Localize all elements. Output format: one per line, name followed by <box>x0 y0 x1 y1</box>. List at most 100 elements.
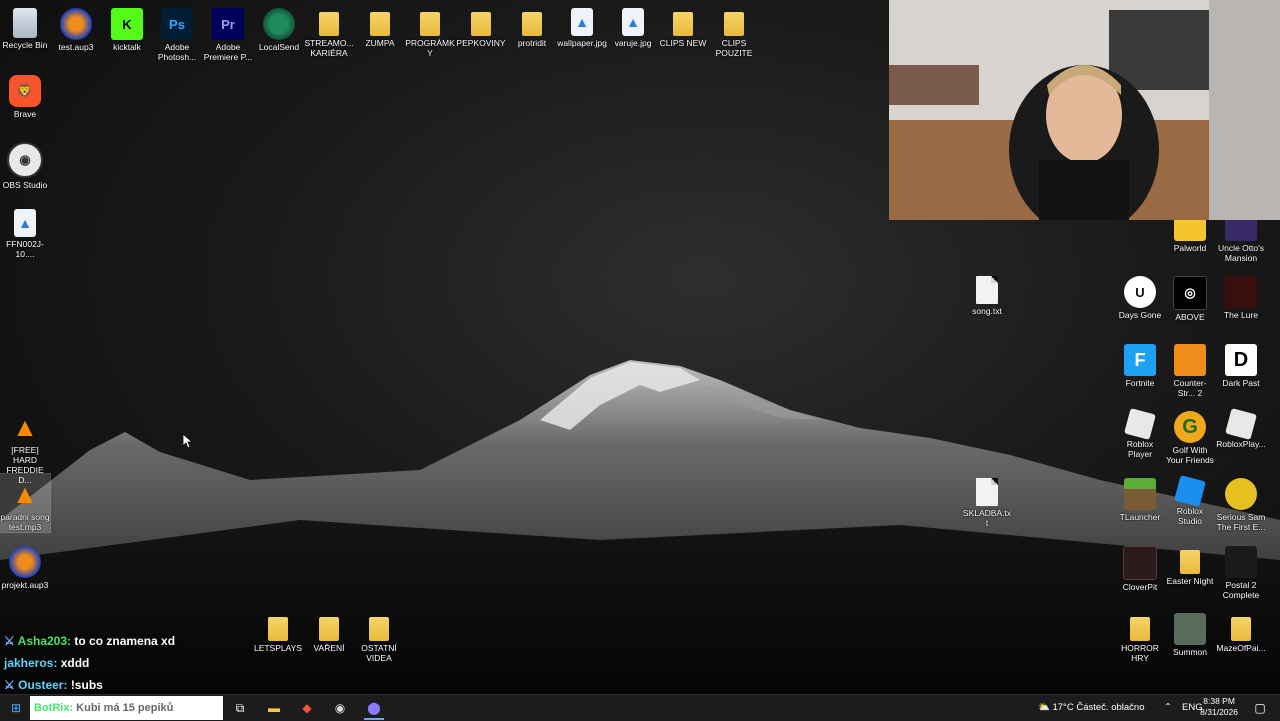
test-aup3-file[interactable]: test.aup3 <box>51 4 101 52</box>
folder-icon <box>522 12 542 36</box>
icon-label: VAŘENÍ <box>313 643 345 653</box>
icon-label: Adobe Photosh... <box>157 42 197 62</box>
vlc-icon: ▲ <box>12 478 38 509</box>
folder-vareni[interactable]: VAŘENÍ <box>304 609 354 653</box>
localsend-icon <box>263 8 295 40</box>
roblox-player-shortcut[interactable]: Roblox Player <box>1115 407 1165 459</box>
icon-label: song.txt <box>972 306 1002 316</box>
song-txt-file[interactable]: song.txt <box>962 272 1012 316</box>
obs-shortcut[interactable]: ◉ OBS Studio <box>0 138 50 190</box>
tlauncher-shortcut[interactable]: TLauncher <box>1115 474 1165 522</box>
folder-ostatni-videa[interactable]: OSTATNÍ VIDEA <box>354 609 404 663</box>
icon-label: paradni song test.mp3 <box>0 512 50 532</box>
above-shortcut[interactable]: ◎ ABOVE <box>1165 272 1215 322</box>
summon-shortcut[interactable]: Summon <box>1165 609 1215 657</box>
weather-temp: 17°C <box>1052 702 1074 713</box>
icon-label: OBS Studio <box>2 180 48 190</box>
qbittorrent-taskbar-icon[interactable]: ⬤ <box>364 698 384 720</box>
folder-protridit[interactable]: protridit <box>507 4 557 48</box>
roblox-studio-shortcut[interactable]: Roblox Studio <box>1165 474 1215 526</box>
counter-strike-shortcut[interactable]: Counter-Str... 2 <box>1165 340 1215 398</box>
paradni-song-file[interactable]: ▲ paradni song test.mp3 <box>0 473 51 533</box>
start-button[interactable]: ⊞ <box>6 698 26 718</box>
recycle-bin-icon <box>13 8 37 38</box>
clock[interactable]: 8:38 PM 8/31/2026 <box>1200 696 1238 718</box>
serious-sam-shortcut[interactable]: Serious Sam The First E... <box>1216 474 1266 532</box>
icon-label: Easter Night <box>1166 576 1214 586</box>
icon-label: Counter-Str... 2 <box>1173 378 1207 398</box>
ffn002j-file[interactable]: ▲ FFN002J-10.... <box>0 205 50 259</box>
premiere-shortcut[interactable]: Pr Adobe Premiere P... <box>203 4 253 62</box>
folder-streamo-kariera[interactable]: STREAMO... KARIÉRA <box>304 4 354 58</box>
serious-sam-icon <box>1225 478 1257 510</box>
roblox-studio-icon <box>1174 475 1206 507</box>
taskbar-search-box[interactable]: BotRix: Kubi má 15 pepiků <box>30 696 223 720</box>
chat-text: to co znamena xd <box>74 634 176 648</box>
folder-easter-night[interactable]: Easter Night <box>1165 542 1215 586</box>
icon-label: Roblox Player <box>1126 439 1154 459</box>
file-explorer-icon[interactable]: ▬ <box>264 698 284 718</box>
folder-letsplays[interactable]: LETSPLAYS <box>253 609 303 653</box>
icon-label: CLIPS NEW <box>659 38 707 48</box>
kicktalk-shortcut[interactable]: K kicktalk <box>102 4 152 52</box>
cloverpit-shortcut[interactable]: CloverPit <box>1115 542 1165 592</box>
folder-icon <box>319 12 339 36</box>
weather-icon: ⛅ <box>1038 702 1050 713</box>
robloxplayer-shortcut[interactable]: RobloxPlay... <box>1216 407 1266 449</box>
postal-2-shortcut[interactable]: Postal 2 Complete <box>1216 542 1266 600</box>
weather-widget[interactable]: ⛅ 17°C Částeč. oblačno <box>1038 695 1144 721</box>
kick-icon: K <box>111 8 143 40</box>
dark-past-shortcut[interactable]: D Dark Past <box>1216 340 1266 388</box>
wallpaper-jpg-file[interactable]: ▲ wallpaper.jpg <box>557 4 607 48</box>
icon-label: Days Gone <box>1118 310 1162 320</box>
taskbar: ⊞ BotRix: Kubi má 15 pepiků ⧉ ▬ ◆ ◉ ⬤ ⛅ … <box>0 694 1280 721</box>
icon-label: Roblox Studio <box>1176 506 1204 526</box>
game-icon <box>1225 276 1257 308</box>
above-icon: ◎ <box>1173 276 1207 310</box>
roblox-icon <box>1124 408 1156 440</box>
folder-zumpa[interactable]: ZUMPA <box>355 4 405 48</box>
webcam-overlay <box>889 0 1280 220</box>
folder-clips-new[interactable]: CLIPS NEW <box>658 4 708 48</box>
text-file-icon <box>976 478 998 506</box>
fortnite-shortcut[interactable]: F Fortnite <box>1115 340 1165 388</box>
icon-label: ZUMPA <box>365 38 395 48</box>
chat-text: !subs <box>70 678 103 692</box>
projekt-aup3-file[interactable]: projekt.aup3 <box>0 542 50 590</box>
photoshop-shortcut[interactable]: Ps Adobe Photosh... <box>152 4 202 62</box>
game-icon <box>1225 546 1257 578</box>
folder-clips-pouzite[interactable]: CLIPS POUZITE <box>709 4 759 58</box>
brave-taskbar-icon[interactable]: ◆ <box>297 698 317 718</box>
icon-label: ABOVE <box>1175 312 1205 322</box>
task-view-icon[interactable]: ⧉ <box>230 698 250 718</box>
chevron-up-icon[interactable]: ⌃ <box>1164 695 1172 721</box>
icon-label: Recycle Bin <box>2 40 48 50</box>
cs2-icon <box>1174 344 1206 376</box>
folder-programky[interactable]: PROGRÁMKY <box>405 4 455 58</box>
folder-mazeofpai[interactable]: MazeOfPai... <box>1216 609 1266 653</box>
golf-with-your-friends-shortcut[interactable]: G Golf With Your Friends <box>1165 407 1215 465</box>
audacity-icon <box>9 546 41 578</box>
fortnite-icon: F <box>1124 344 1156 376</box>
skladba-txt-file[interactable]: SKLADBA.txt <box>962 474 1012 528</box>
varuje-jpg-file[interactable]: ▲ varuje.jpg <box>608 4 658 48</box>
the-lure-shortcut[interactable]: The Lure <box>1216 272 1266 320</box>
icon-label: Fortnite <box>1125 378 1155 388</box>
icon-label: TLauncher <box>1119 512 1161 522</box>
unreal-icon: U <box>1124 276 1156 308</box>
brave-shortcut[interactable]: 🦁 Brave <box>0 71 50 119</box>
game-icon <box>1123 546 1157 580</box>
obs-taskbar-icon[interactable]: ◉ <box>330 698 350 718</box>
days-gone-shortcut[interactable]: U Days Gone <box>1115 272 1165 320</box>
folder-horror-hry[interactable]: HORROR HRY <box>1115 609 1165 663</box>
notification-icon[interactable]: ▢ <box>1250 698 1270 718</box>
recycle-bin-shortcut[interactable]: Recycle Bin <box>0 4 50 50</box>
folder-icon <box>319 617 339 641</box>
icon-label: projekt.aup3 <box>1 580 49 590</box>
obs-icon: ◉ <box>7 142 43 178</box>
audacity-icon <box>60 8 92 40</box>
folder-pepkoviny[interactable]: PEPKOVINY <box>456 4 506 48</box>
localsend-shortcut[interactable]: LocalSend <box>254 4 304 52</box>
icon-label: Postal 2 Complete <box>1222 580 1260 600</box>
icon-label: FFN002J-10.... <box>6 239 44 259</box>
